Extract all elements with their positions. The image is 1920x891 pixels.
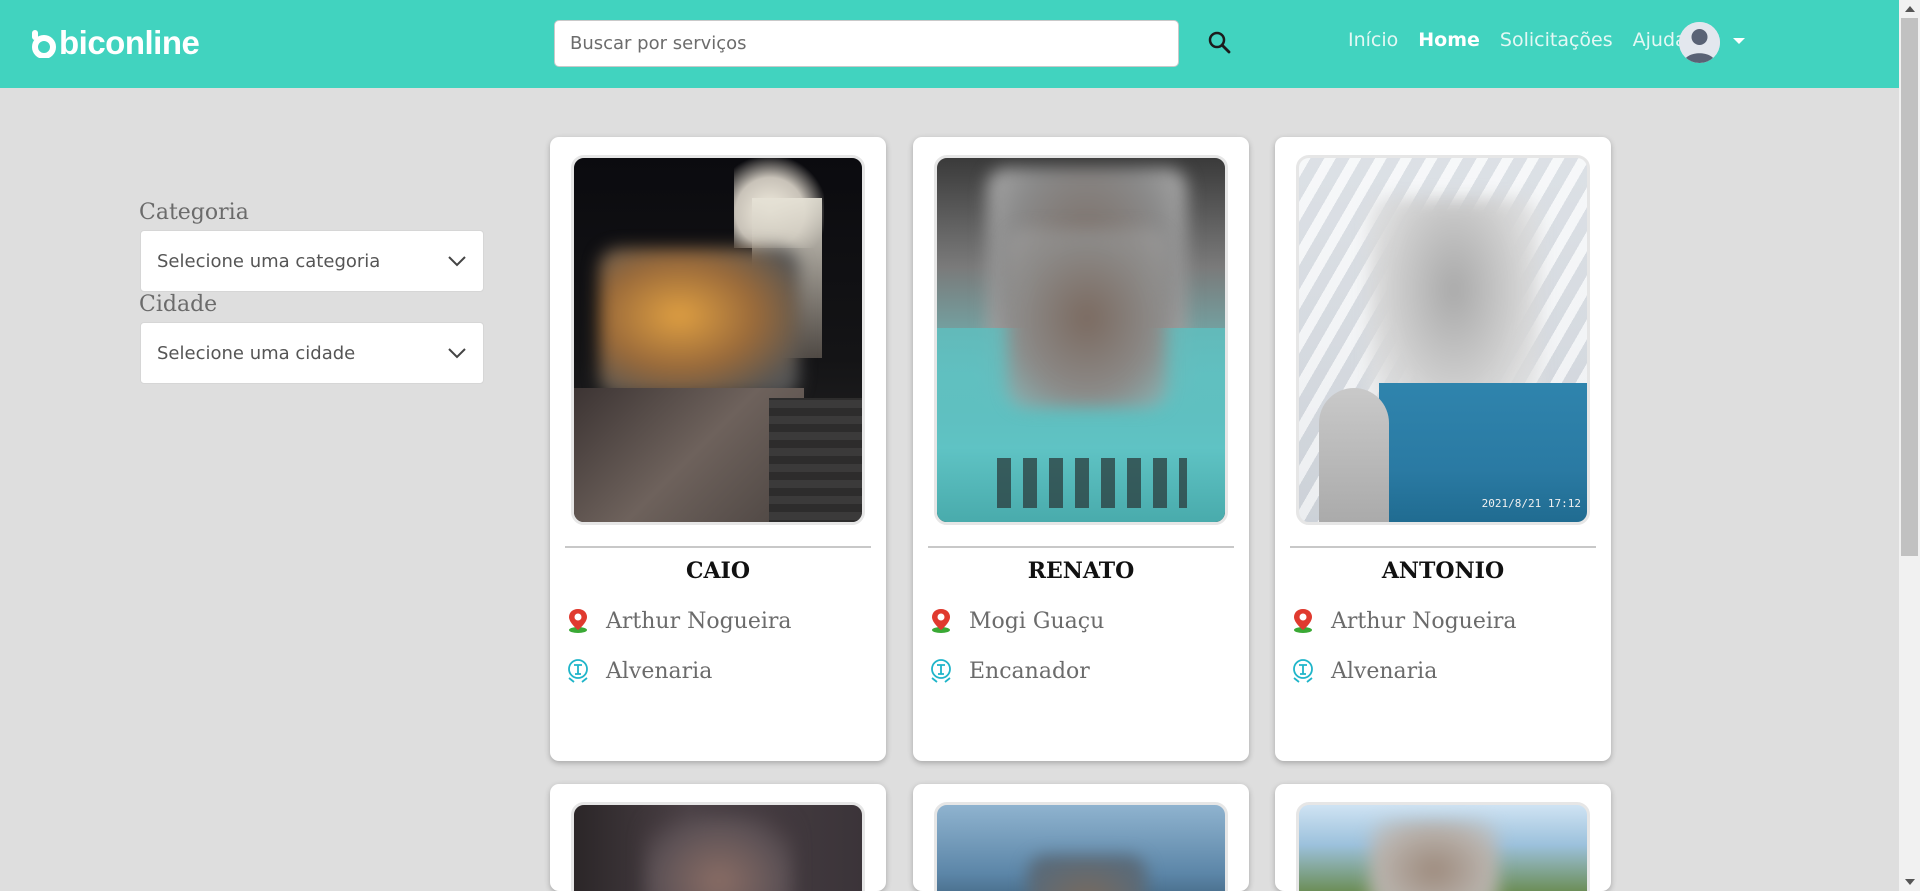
provider-name: ANTONIO xyxy=(1381,558,1505,584)
provider-category-row: Alvenaria xyxy=(1290,658,1437,684)
provider-photo xyxy=(1296,802,1590,891)
provider-category-row: Encanador xyxy=(928,658,1090,684)
category-select[interactable]: Selecione uma categoria xyxy=(140,230,484,292)
provider-photo: 2021/8/21 17:12 xyxy=(1296,155,1590,525)
provider-city-row: Mogi Guaçu xyxy=(928,608,1104,634)
provider-city: Arthur Nogueira xyxy=(606,608,792,634)
city-select[interactable]: Selecione uma cidade xyxy=(140,322,484,384)
city-select-value: Selecione uma cidade xyxy=(157,342,356,364)
location-pin-icon xyxy=(565,608,591,634)
category-label: Categoria xyxy=(139,200,249,225)
nav-link-solicitacoes[interactable]: Solicitações xyxy=(1500,29,1613,51)
caret-down-icon[interactable] xyxy=(1733,38,1745,44)
card-divider xyxy=(565,546,871,548)
provider-photo xyxy=(571,155,865,525)
provider-city-row: Arthur Nogueira xyxy=(565,608,792,634)
provider-card[interactable] xyxy=(550,784,886,891)
card-divider xyxy=(1290,546,1596,548)
nav-link-home[interactable]: Home xyxy=(1418,29,1480,51)
scroll-up-arrow-icon[interactable] xyxy=(1905,6,1915,12)
toolbox-icon xyxy=(565,658,591,684)
provider-name: RENATO xyxy=(1027,558,1135,584)
card-divider xyxy=(928,546,1234,548)
provider-photo xyxy=(934,155,1228,525)
provider-photo xyxy=(571,802,865,891)
brand-logo[interactable]: biconline xyxy=(32,24,200,62)
provider-category: Alvenaria xyxy=(1331,658,1438,684)
user-avatar-icon xyxy=(1679,22,1720,63)
scroll-down-arrow-icon[interactable] xyxy=(1905,879,1915,885)
logo-mark-icon xyxy=(32,30,56,58)
chevron-down-icon xyxy=(448,256,466,267)
provider-card[interactable]: RENATO Mogi Guaçu Encanador xyxy=(913,137,1249,761)
search-button[interactable] xyxy=(1203,26,1235,58)
search-icon xyxy=(1208,31,1231,54)
search-input[interactable] xyxy=(554,20,1179,67)
provider-category-row: Alvenaria xyxy=(565,658,712,684)
provider-card[interactable] xyxy=(913,784,1249,891)
provider-category: Encanador xyxy=(969,658,1090,684)
user-avatar[interactable] xyxy=(1679,22,1720,63)
city-label: Cidade xyxy=(139,292,218,317)
top-navbar: biconline Início Home Solicitações Ajuda xyxy=(0,0,1899,88)
chevron-down-icon xyxy=(448,348,466,359)
provider-card[interactable]: 2021/8/21 17:12 ANTONIO Arthur Nogueira … xyxy=(1275,137,1611,761)
provider-card[interactable]: CAIO Arthur Nogueira Alvenaria xyxy=(550,137,886,761)
provider-name: CAIO xyxy=(685,558,751,584)
provider-city: Arthur Nogueira xyxy=(1331,608,1517,634)
brand-name: biconline xyxy=(59,24,200,61)
toolbox-icon xyxy=(928,658,954,684)
nav-link-inicio[interactable]: Início xyxy=(1348,29,1398,51)
provider-city-row: Arthur Nogueira xyxy=(1290,608,1517,634)
provider-photo xyxy=(934,802,1228,891)
location-pin-icon xyxy=(928,608,954,634)
toolbox-icon xyxy=(1290,658,1316,684)
photo-date-stamp: 2021/8/21 17:12 xyxy=(1481,497,1581,510)
location-pin-icon xyxy=(1290,608,1316,634)
provider-card[interactable] xyxy=(1275,784,1611,891)
nav-links: Início Home Solicitações Ajuda xyxy=(1348,29,1707,51)
category-select-value: Selecione uma categoria xyxy=(157,250,381,272)
provider-city: Mogi Guaçu xyxy=(969,608,1105,634)
provider-category: Alvenaria xyxy=(606,658,713,684)
scrollbar-thumb[interactable] xyxy=(1901,18,1918,556)
